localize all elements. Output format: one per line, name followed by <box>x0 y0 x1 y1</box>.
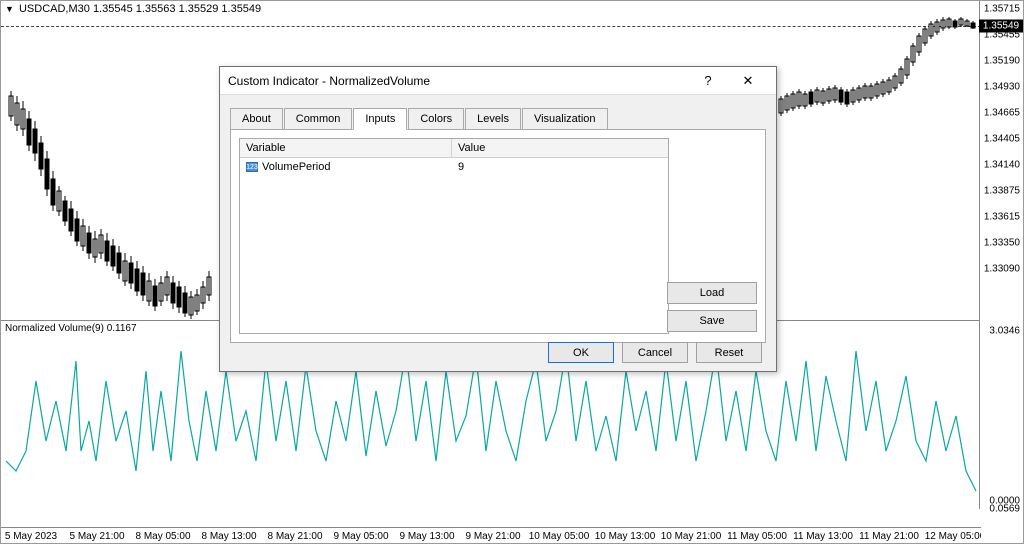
ok-button[interactable]: OK <box>548 342 614 363</box>
price-tick: 1.33875 <box>984 186 1020 197</box>
variable-name: VolumePeriod <box>262 161 331 173</box>
variable-value[interactable]: 9 <box>452 158 668 176</box>
time-tick: 10 May 21:00 <box>661 531 722 542</box>
tab-inputs[interactable]: Inputs <box>353 108 407 130</box>
time-tick: 9 May 13:00 <box>399 531 454 542</box>
tab-levels[interactable]: Levels <box>465 108 521 130</box>
time-axis: 5 May 2023 5 May 21:00 8 May 05:00 8 May 13… <box>1 527 981 543</box>
indicator-tick: 0.0569 <box>989 504 1020 515</box>
time-tick: 11 May 21:00 <box>859 531 919 542</box>
load-button[interactable]: Load <box>667 282 757 304</box>
dropdown-triangle-icon: ▼ <box>5 4 14 14</box>
int-type-icon: 123 <box>246 162 258 172</box>
header-value: Value <box>452 139 668 157</box>
price-tick: 1.34405 <box>984 134 1020 145</box>
table-row[interactable]: 123 VolumePeriod 9 <box>240 158 668 176</box>
price-tick: 1.33615 <box>984 212 1020 223</box>
save-button[interactable]: Save <box>667 310 757 332</box>
cancel-button[interactable]: Cancel <box>622 342 688 363</box>
price-tick: 1.35715 <box>984 4 1020 15</box>
dialog-title-bar[interactable]: Custom Indicator - NormalizedVolume ? ✕ <box>220 67 776 95</box>
time-tick: 9 May 21:00 <box>465 531 520 542</box>
indicator-label: Normalized Volume(9) 0.1167 <box>5 323 137 334</box>
tab-colors[interactable]: Colors <box>408 108 464 130</box>
indicator-settings-dialog: Custom Indicator - NormalizedVolume ? ✕ … <box>219 66 777 372</box>
symbol-text: USDCAD,M30 1.35545 1.35563 1.35529 1.355… <box>19 3 261 15</box>
time-tick: 10 May 13:00 <box>595 531 656 542</box>
current-price-tag: 1.35549 <box>979 20 1023 33</box>
time-tick: 9 May 05:00 <box>333 531 388 542</box>
dialog-title-text: Custom Indicator - NormalizedVolume <box>228 74 430 88</box>
time-tick: 11 May 13:00 <box>793 531 853 542</box>
price-tick: 1.34140 <box>984 160 1020 171</box>
price-tick: 1.33350 <box>984 238 1020 249</box>
price-tick: 1.34665 <box>984 108 1020 119</box>
tab-about[interactable]: About <box>230 108 283 130</box>
price-axis: 1.357151.354551.351901.349301.346651.344… <box>979 1 1023 509</box>
tab-pane-inputs: Variable Value 123 VolumePeriod 9 Load S… <box>230 129 766 343</box>
time-tick: 5 May 21:00 <box>69 531 124 542</box>
tab-common[interactable]: Common <box>284 108 353 130</box>
close-button[interactable]: ✕ <box>728 69 768 93</box>
help-button[interactable]: ? <box>688 69 728 93</box>
time-tick: 12 May 05:00 <box>925 531 981 542</box>
price-tick: 1.34930 <box>984 82 1020 93</box>
time-tick: 5 May 2023 <box>5 531 57 542</box>
chart-symbol-label: ▼ USDCAD,M30 1.35545 1.35563 1.35529 1.3… <box>5 3 261 15</box>
tab-visualization[interactable]: Visualization <box>522 108 608 130</box>
time-tick: 10 May 05:00 <box>529 531 590 542</box>
reset-button[interactable]: Reset <box>696 342 762 363</box>
header-variable: Variable <box>240 139 452 157</box>
indicator-tick: 3.0346 <box>989 326 1020 337</box>
time-tick: 11 May 05:00 <box>727 531 787 542</box>
time-tick: 8 May 05:00 <box>135 531 190 542</box>
dialog-tabs: About Common Inputs Colors Levels Visual… <box>230 107 766 129</box>
parameter-table[interactable]: Variable Value 123 VolumePeriod 9 <box>239 138 669 334</box>
time-tick: 8 May 13:00 <box>201 531 256 542</box>
time-tick: 8 May 21:00 <box>267 531 322 542</box>
price-tick: 1.35190 <box>984 56 1020 67</box>
table-header: Variable Value <box>240 139 668 158</box>
price-tick: 1.33090 <box>984 264 1020 275</box>
